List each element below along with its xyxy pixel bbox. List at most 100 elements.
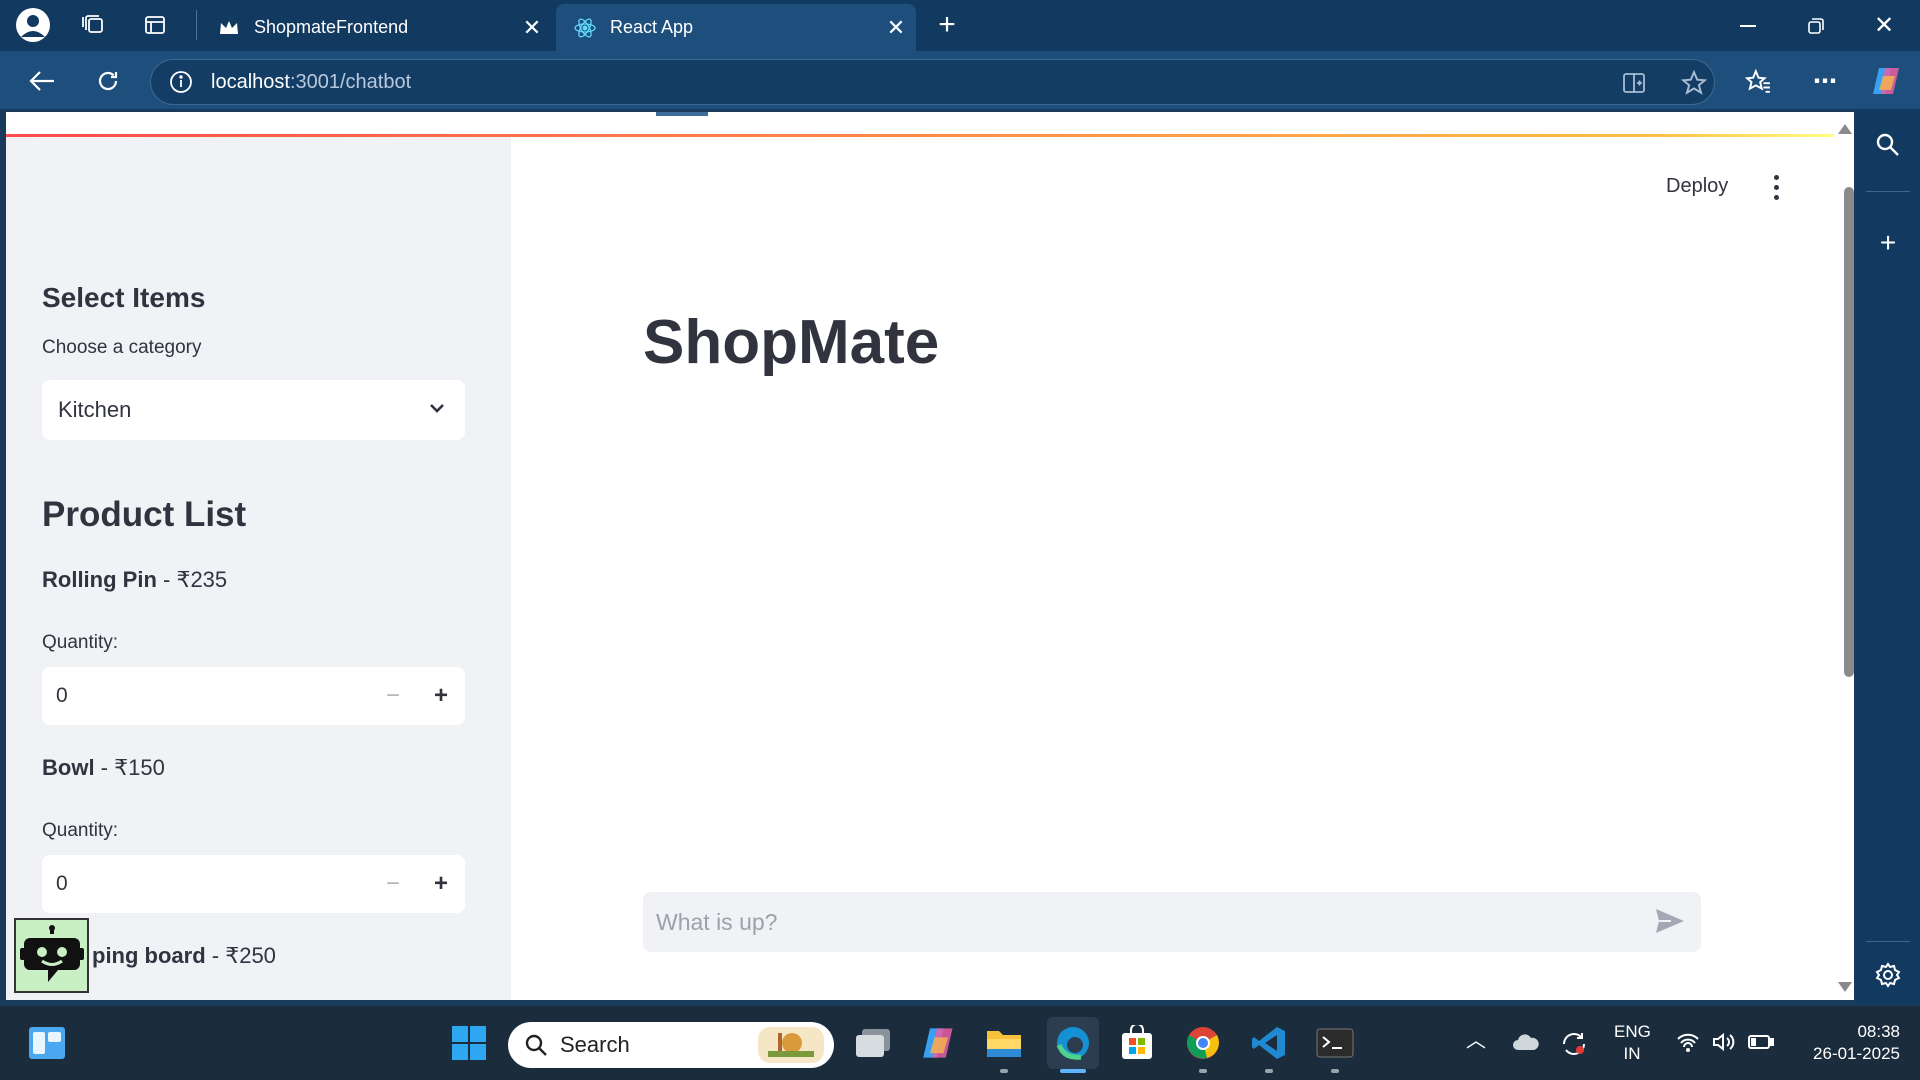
quantity-stepper[interactable]: 0 − + (42, 667, 465, 725)
product-item: Bowl - ₹150 (42, 755, 165, 781)
sidebar-separator (1866, 941, 1910, 942)
page-title: ShopMate (643, 308, 940, 377)
show-hidden-icons-chevron-icon[interactable]: ︿ (1466, 1030, 1486, 1052)
search-label: Search (560, 1032, 630, 1057)
product-price: - ₹150 (94, 755, 165, 780)
main-menu-icon[interactable] (1764, 172, 1788, 202)
language-code: ENG (1614, 1022, 1651, 1041)
product-name: ping board (92, 943, 206, 968)
page-viewport: Select Items Choose a category Kitchen P… (6, 112, 1854, 1000)
vscode-icon[interactable] (1246, 1020, 1292, 1066)
edge-sidebar: + (1856, 109, 1920, 1004)
browser-tab-bar: ShopmateFrontend ✕ React App ✕ + ✕ (0, 0, 1920, 51)
site-info-icon[interactable] (151, 70, 211, 94)
new-tab-button[interactable]: + (930, 8, 964, 42)
onedrive-icon[interactable] (1512, 1032, 1540, 1058)
search-highlight-art-icon (758, 1027, 824, 1063)
tab-shopmatefrontend[interactable]: ShopmateFrontend ✕ (200, 4, 552, 51)
crown-icon (218, 17, 240, 39)
copilot-icon[interactable] (916, 1020, 962, 1066)
tab-title: React App (610, 17, 694, 37)
product-name: Bowl (42, 755, 95, 780)
category-label: Choose a category (42, 337, 202, 358)
decrement-button[interactable]: − (369, 667, 417, 725)
chrome-icon[interactable] (1180, 1020, 1226, 1066)
increment-button[interactable]: + (417, 667, 465, 725)
quantity-label: Quantity: (42, 632, 119, 653)
battery-icon[interactable] (1748, 1034, 1774, 1056)
active-indicator (1060, 1069, 1086, 1073)
quantity-input[interactable]: 0 (42, 684, 369, 708)
category-select[interactable]: Kitchen (42, 380, 465, 440)
running-indicator (1199, 1069, 1207, 1073)
region-code: IN (1623, 1044, 1641, 1063)
minimize-button[interactable] (1714, 0, 1782, 51)
header-fragment (656, 112, 708, 116)
deploy-button[interactable]: Deploy (1666, 175, 1728, 198)
tab-close-button[interactable]: ✕ (876, 15, 916, 41)
more-options-icon[interactable]: ⋯ (1805, 61, 1845, 101)
sync-icon[interactable] (1560, 1030, 1588, 1064)
select-items-heading: Select Items (42, 282, 206, 313)
product-name: Rolling Pin (42, 567, 157, 592)
clock[interactable]: 08:38 26-01-2025 (1790, 1021, 1900, 1065)
search-icon[interactable] (1872, 129, 1904, 161)
tab-actions-icon[interactable] (138, 8, 172, 42)
split-screen-icon[interactable] (1611, 60, 1657, 106)
url-host: localhost (211, 70, 290, 93)
add-icon[interactable]: + (1872, 227, 1904, 259)
react-logo-icon (574, 17, 596, 39)
quantity-input[interactable]: 0 (42, 872, 369, 896)
sidebar-separator (1866, 191, 1910, 192)
back-button[interactable] (22, 61, 62, 101)
tab-title: ShopmateFrontend (254, 17, 409, 37)
tab-divider (196, 10, 197, 40)
task-view-icon[interactable] (850, 1020, 896, 1066)
product-price: - ₹250 (205, 943, 276, 968)
tab-close-button[interactable]: ✕ (512, 15, 552, 41)
running-indicator (1331, 1069, 1339, 1073)
chat-input[interactable]: What is up? (643, 892, 1701, 952)
clock-date: 26-01-2025 (1813, 1044, 1900, 1063)
browser-toolbar: localhost:3001/chatbot ⋯ (0, 51, 1920, 109)
favorites-icon[interactable] (1738, 61, 1778, 101)
microsoft-store-icon[interactable] (1114, 1020, 1160, 1066)
url-path: :3001/chatbot (289, 70, 412, 93)
favorite-star-icon[interactable] (1671, 60, 1717, 106)
file-explorer-icon[interactable] (981, 1020, 1027, 1066)
restore-button[interactable] (1782, 0, 1850, 51)
taskbar-search[interactable]: Search (508, 1022, 834, 1068)
category-select-value: Kitchen (58, 397, 132, 422)
scroll-down-arrow-icon[interactable] (1838, 982, 1852, 992)
terminal-icon[interactable] (1312, 1020, 1358, 1066)
increment-button[interactable]: + (417, 855, 465, 913)
workspaces-icon[interactable] (76, 8, 110, 42)
volume-icon[interactable] (1712, 1032, 1736, 1058)
send-icon[interactable] (1655, 907, 1685, 941)
wifi-icon[interactable] (1676, 1032, 1700, 1058)
close-window-button[interactable]: ✕ (1850, 0, 1918, 51)
taskbar: Search ︿ ENG IN 08:38 26-01-2025 (0, 1006, 1920, 1080)
profile-avatar-icon[interactable] (16, 8, 50, 42)
widgets-icon[interactable] (24, 1020, 70, 1066)
decrement-button[interactable]: − (369, 855, 417, 913)
address-bar[interactable]: localhost:3001/chatbot (150, 59, 1715, 105)
chat-input-placeholder: What is up? (656, 908, 778, 935)
tab-react-app[interactable]: React App ✕ (556, 4, 916, 51)
settings-gear-icon[interactable] (1872, 959, 1904, 991)
edge-browser-icon[interactable] (1047, 1017, 1099, 1069)
copilot-icon[interactable] (1867, 61, 1907, 101)
reload-button[interactable] (88, 61, 128, 101)
running-indicator (1265, 1069, 1273, 1073)
search-icon (524, 1033, 548, 1063)
product-item: ping board - ₹250 (92, 943, 276, 969)
scrollbar-thumb[interactable] (1844, 187, 1854, 677)
scroll-up-arrow-icon[interactable] (1838, 124, 1852, 134)
clock-time: 08:38 (1857, 1022, 1900, 1041)
language-indicator[interactable]: ENG IN (1614, 1021, 1651, 1065)
quantity-label: Quantity: (42, 820, 119, 841)
windows-start-icon[interactable] (446, 1020, 492, 1066)
running-indicator (1000, 1069, 1008, 1073)
chatbot-avatar-icon[interactable] (14, 918, 89, 993)
quantity-stepper[interactable]: 0 − + (42, 855, 465, 913)
